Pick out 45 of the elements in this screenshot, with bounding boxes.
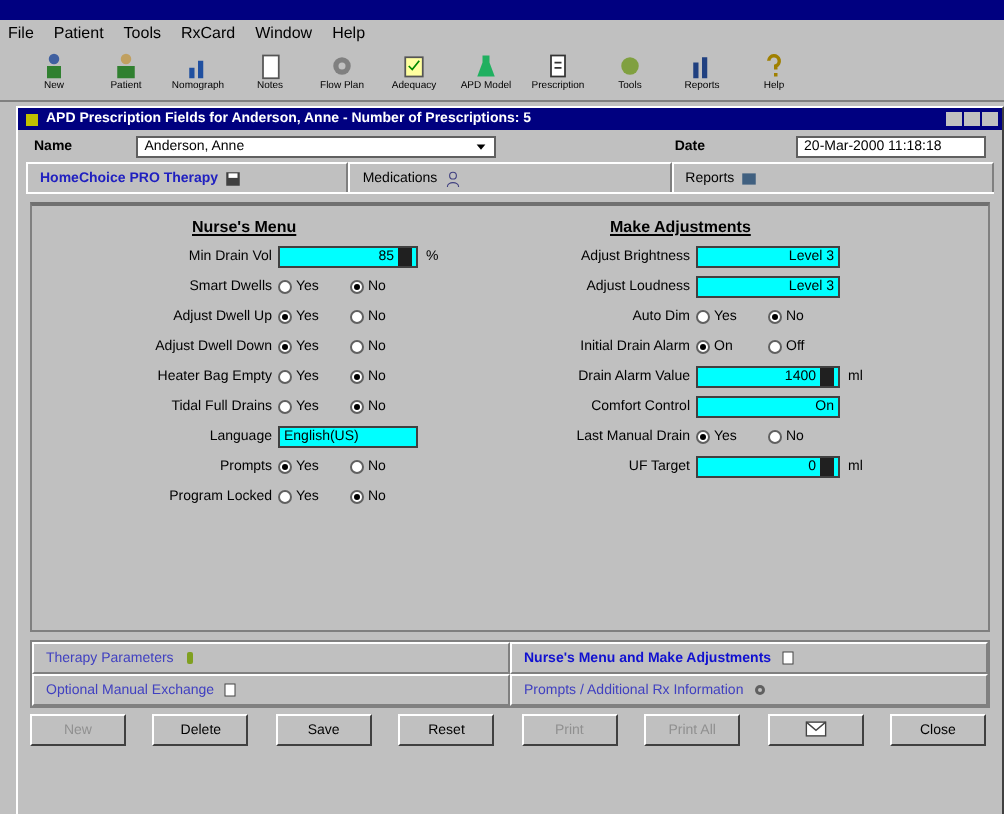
menu-item[interactable]: Patient xyxy=(53,23,104,41)
radio-button[interactable] xyxy=(278,460,292,474)
flask-icon xyxy=(472,52,500,80)
document-icon xyxy=(222,682,239,698)
radio-button[interactable] xyxy=(768,340,782,354)
window-icon xyxy=(24,111,40,127)
mail-button[interactable] xyxy=(767,714,864,746)
person-icon xyxy=(112,52,140,80)
radio-button[interactable] xyxy=(350,490,364,504)
radio-button[interactable] xyxy=(278,280,292,294)
window-controls[interactable] xyxy=(946,112,1002,126)
radio-button[interactable] xyxy=(350,370,364,384)
chart-icon xyxy=(740,169,759,187)
document-icon xyxy=(256,52,284,80)
section-heading: Nurse's Menu xyxy=(190,218,297,236)
envelope-icon xyxy=(801,717,830,739)
radio-button[interactable] xyxy=(768,310,782,324)
person-icon xyxy=(443,169,462,187)
radio-button[interactable] xyxy=(350,310,364,324)
radio-button[interactable] xyxy=(278,370,292,384)
radio-button[interactable] xyxy=(696,310,710,324)
radio-button[interactable] xyxy=(278,490,292,504)
menu-item[interactable]: Window xyxy=(255,23,313,41)
menu-item[interactable]: RxCard xyxy=(180,23,236,41)
radio-button[interactable] xyxy=(696,340,710,354)
bottle-icon xyxy=(181,650,198,666)
radio-button[interactable] xyxy=(350,280,364,294)
gear-icon xyxy=(751,682,768,698)
menu-item[interactable]: File xyxy=(8,23,34,41)
radio-button[interactable] xyxy=(768,430,782,444)
dropdown-arrow-icon xyxy=(474,139,489,153)
menu-item[interactable]: Help xyxy=(332,23,366,41)
menu-item[interactable]: Tools xyxy=(123,23,161,41)
radio-button[interactable] xyxy=(696,430,710,444)
section-heading: Make Adjustments xyxy=(608,218,751,236)
gear-icon xyxy=(328,52,356,80)
radio-button[interactable] xyxy=(278,400,292,414)
radio-button[interactable] xyxy=(350,460,364,474)
radio-button[interactable] xyxy=(350,400,364,414)
radio-button[interactable] xyxy=(278,340,292,354)
document-icon xyxy=(779,650,796,666)
checklist-icon xyxy=(400,52,428,80)
radio-button[interactable] xyxy=(278,310,292,324)
document-icon xyxy=(544,52,572,80)
radio-button[interactable] xyxy=(350,340,364,354)
